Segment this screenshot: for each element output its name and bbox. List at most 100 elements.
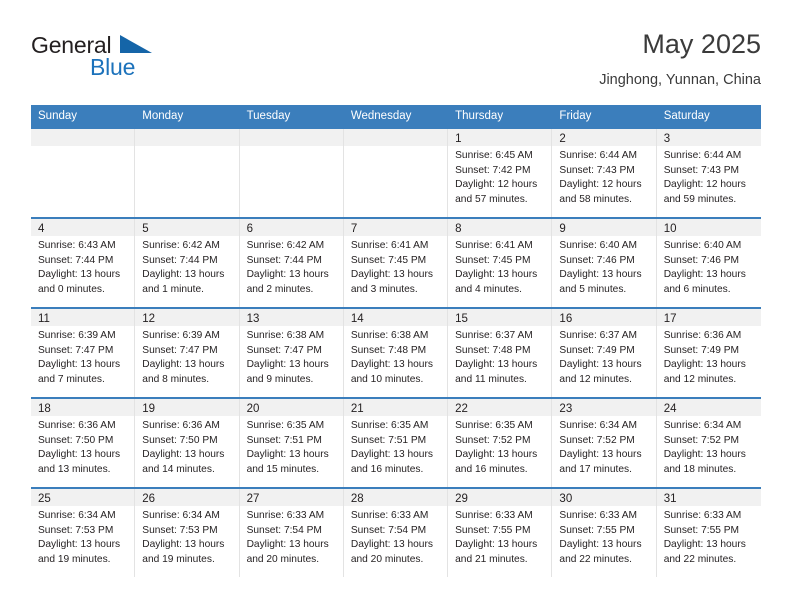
day-number: 10 [663,223,677,235]
day-cell[interactable]: 23 Sunrise: 6:34 AM Sunset: 7:52 PM Dayl… [552,399,657,487]
day-number-strip: 4 [31,219,135,236]
day-number: 2 [559,133,566,145]
sunset-text: Sunset: 7:47 PM [142,344,218,356]
sunset-text: Sunset: 7:46 PM [663,254,740,266]
daylight-text: Daylight: 13 hours and 9 minutes. [246,359,329,385]
weekday-header-tuesday: Tuesday [246,110,291,122]
day-cell[interactable]: 6 Sunrise: 6:42 AM Sunset: 7:44 PM Dayli… [239,219,344,307]
day-cell[interactable]: 17 Sunrise: 6:36 AM Sunset: 7:49 PM Dayl… [656,309,761,397]
day-cell[interactable]: 27 Sunrise: 6:33 AM Sunset: 7:54 PM Dayl… [239,489,344,577]
sunset-text: Sunset: 7:47 PM [38,344,114,356]
day-details: Sunrise: 6:44 AM Sunset: 7:43 PM Dayligh… [657,146,761,207]
day-details: Sunrise: 6:37 AM Sunset: 7:49 PM Dayligh… [552,326,655,387]
day-number: 26 [142,493,156,505]
weekday-header-saturday: Saturday [663,110,710,122]
calendar-week-row: 4 Sunrise: 6:43 AM Sunset: 7:44 PM Dayli… [31,217,761,307]
day-cell[interactable]: 11 Sunrise: 6:39 AM Sunset: 7:47 PM Dayl… [31,309,136,397]
sunrise-text: Sunrise: 6:33 AM [246,510,325,521]
day-details: Sunrise: 6:39 AM Sunset: 7:47 PM Dayligh… [135,326,238,387]
day-number-strip: 7 [343,219,448,236]
sunset-text: Sunset: 7:48 PM [455,344,531,356]
day-cell[interactable]: 8 Sunrise: 6:41 AM Sunset: 7:45 PM Dayli… [448,219,553,307]
day-cell[interactable]: 15 Sunrise: 6:37 AM Sunset: 7:48 PM Dayl… [448,309,553,397]
day-cell[interactable]: 28 Sunrise: 6:33 AM Sunset: 7:54 PM Dayl… [343,489,449,577]
day-number-strip [343,129,448,146]
day-cell[interactable]: 31 Sunrise: 6:33 AM Sunset: 7:55 PM Dayl… [656,489,761,577]
day-cell[interactable]: 3 Sunrise: 6:44 AM Sunset: 7:43 PM Dayli… [656,129,761,217]
calendar-grid: Sunday Monday Tuesday Wednesday Thursday… [31,105,761,577]
day-number: 5 [142,223,149,235]
daylight-text: Daylight: 13 hours and 19 minutes. [38,539,121,565]
title-block: May 2025 Jinghong, Yunnan, China [599,28,761,89]
day-details: Sunrise: 6:35 AM Sunset: 7:51 PM Dayligh… [240,416,343,477]
day-cell[interactable]: 16 Sunrise: 6:37 AM Sunset: 7:49 PM Dayl… [552,309,657,397]
day-details: Sunrise: 6:42 AM Sunset: 7:44 PM Dayligh… [135,236,238,297]
day-number-strip: 9 [552,219,656,236]
sunset-text: Sunset: 7:49 PM [559,344,635,356]
day-cell[interactable]: 20 Sunrise: 6:35 AM Sunset: 7:51 PM Dayl… [239,399,344,487]
general-blue-logo[interactable]: General Blue [31,32,251,92]
day-cell[interactable]: 12 Sunrise: 6:39 AM Sunset: 7:47 PM Dayl… [135,309,240,397]
day-number-strip: 22 [448,399,552,416]
day-details: Sunrise: 6:34 AM Sunset: 7:52 PM Dayligh… [657,416,761,477]
day-number: 18 [38,403,51,415]
day-cell[interactable]: 4 Sunrise: 6:43 AM Sunset: 7:44 PM Dayli… [31,219,136,307]
day-cell[interactable]: 5 Sunrise: 6:42 AM Sunset: 7:44 PM Dayli… [135,219,240,307]
day-cell[interactable]: 26 Sunrise: 6:34 AM Sunset: 7:53 PM Dayl… [135,489,240,577]
day-number-strip [135,129,239,146]
day-details: Sunrise: 6:33 AM Sunset: 7:55 PM Dayligh… [657,506,761,567]
day-details: Sunrise: 6:41 AM Sunset: 7:45 PM Dayligh… [448,236,551,297]
sunset-text: Sunset: 7:47 PM [246,344,322,356]
daylight-text: Daylight: 13 hours and 11 minutes. [455,359,538,385]
sunrise-text: Sunrise: 6:44 AM [559,150,638,161]
day-cell[interactable]: 7 Sunrise: 6:41 AM Sunset: 7:45 PM Dayli… [343,219,449,307]
day-number: 3 [663,133,671,145]
day-number: 22 [455,403,468,415]
daylight-text: Daylight: 13 hours and 18 minutes. [663,449,746,475]
day-details: Sunrise: 6:45 AM Sunset: 7:42 PM Dayligh… [448,146,551,207]
day-number: 17 [663,313,677,325]
day-number-strip: 25 [31,489,135,506]
sunset-text: Sunset: 7:52 PM [663,434,740,446]
sunrise-text: Sunrise: 6:40 AM [663,240,742,251]
calendar-week-row: 11 Sunrise: 6:39 AM Sunset: 7:47 PM Dayl… [31,307,761,397]
day-cell-empty [31,129,136,217]
daylight-text: Daylight: 13 hours and 13 minutes. [38,449,121,475]
day-cell[interactable]: 2 Sunrise: 6:44 AM Sunset: 7:43 PM Dayli… [552,129,657,217]
sunrise-text: Sunrise: 6:36 AM [142,420,220,431]
sunrise-text: Sunrise: 6:34 AM [559,420,638,431]
day-cell[interactable]: 22 Sunrise: 6:35 AM Sunset: 7:52 PM Dayl… [448,399,553,487]
day-number-strip: 27 [239,489,343,506]
day-cell[interactable]: 9 Sunrise: 6:40 AM Sunset: 7:46 PM Dayli… [552,219,657,307]
day-cell[interactable]: 19 Sunrise: 6:36 AM Sunset: 7:50 PM Dayl… [135,399,240,487]
day-cell[interactable]: 18 Sunrise: 6:36 AM Sunset: 7:50 PM Dayl… [31,399,136,487]
day-number: 29 [455,493,468,505]
day-cell[interactable]: 1 Sunrise: 6:45 AM Sunset: 7:42 PM Dayli… [448,129,553,217]
day-cell[interactable]: 25 Sunrise: 6:34 AM Sunset: 7:53 PM Dayl… [31,489,136,577]
day-cell[interactable]: 21 Sunrise: 6:35 AM Sunset: 7:51 PM Dayl… [343,399,449,487]
day-cell[interactable]: 30 Sunrise: 6:33 AM Sunset: 7:55 PM Dayl… [552,489,657,577]
daylight-text: Daylight: 13 hours and 6 minutes. [663,269,746,295]
day-number: 31 [663,493,677,505]
daylight-text: Daylight: 13 hours and 14 minutes. [142,449,225,475]
sunrise-text: Sunrise: 6:39 AM [38,330,116,341]
day-details: Sunrise: 6:34 AM Sunset: 7:53 PM Dayligh… [135,506,238,567]
page-title: May 2025 [642,29,761,59]
day-cell[interactable]: 29 Sunrise: 6:33 AM Sunset: 7:55 PM Dayl… [448,489,553,577]
sunset-text: Sunset: 7:45 PM [455,254,531,266]
day-number-strip: 17 [656,309,761,326]
sunset-text: Sunset: 7:53 PM [38,524,114,536]
day-cell[interactable]: 14 Sunrise: 6:38 AM Sunset: 7:48 PM Dayl… [343,309,449,397]
sunrise-text: Sunrise: 6:33 AM [455,510,533,521]
day-number: 30 [559,493,573,505]
day-cell[interactable]: 10 Sunrise: 6:40 AM Sunset: 7:46 PM Dayl… [656,219,761,307]
day-details: Sunrise: 6:39 AM Sunset: 7:47 PM Dayligh… [31,326,134,387]
daylight-text: Daylight: 13 hours and 0 minutes. [38,269,121,295]
day-cell[interactable]: 13 Sunrise: 6:38 AM Sunset: 7:47 PM Dayl… [239,309,344,397]
sunrise-text: Sunrise: 6:42 AM [142,240,220,251]
sunset-text: Sunset: 7:51 PM [246,434,322,446]
day-cell-empty [343,129,449,217]
day-cell-empty [239,129,344,217]
day-number: 12 [142,313,156,325]
day-cell[interactable]: 24 Sunrise: 6:34 AM Sunset: 7:52 PM Dayl… [656,399,761,487]
